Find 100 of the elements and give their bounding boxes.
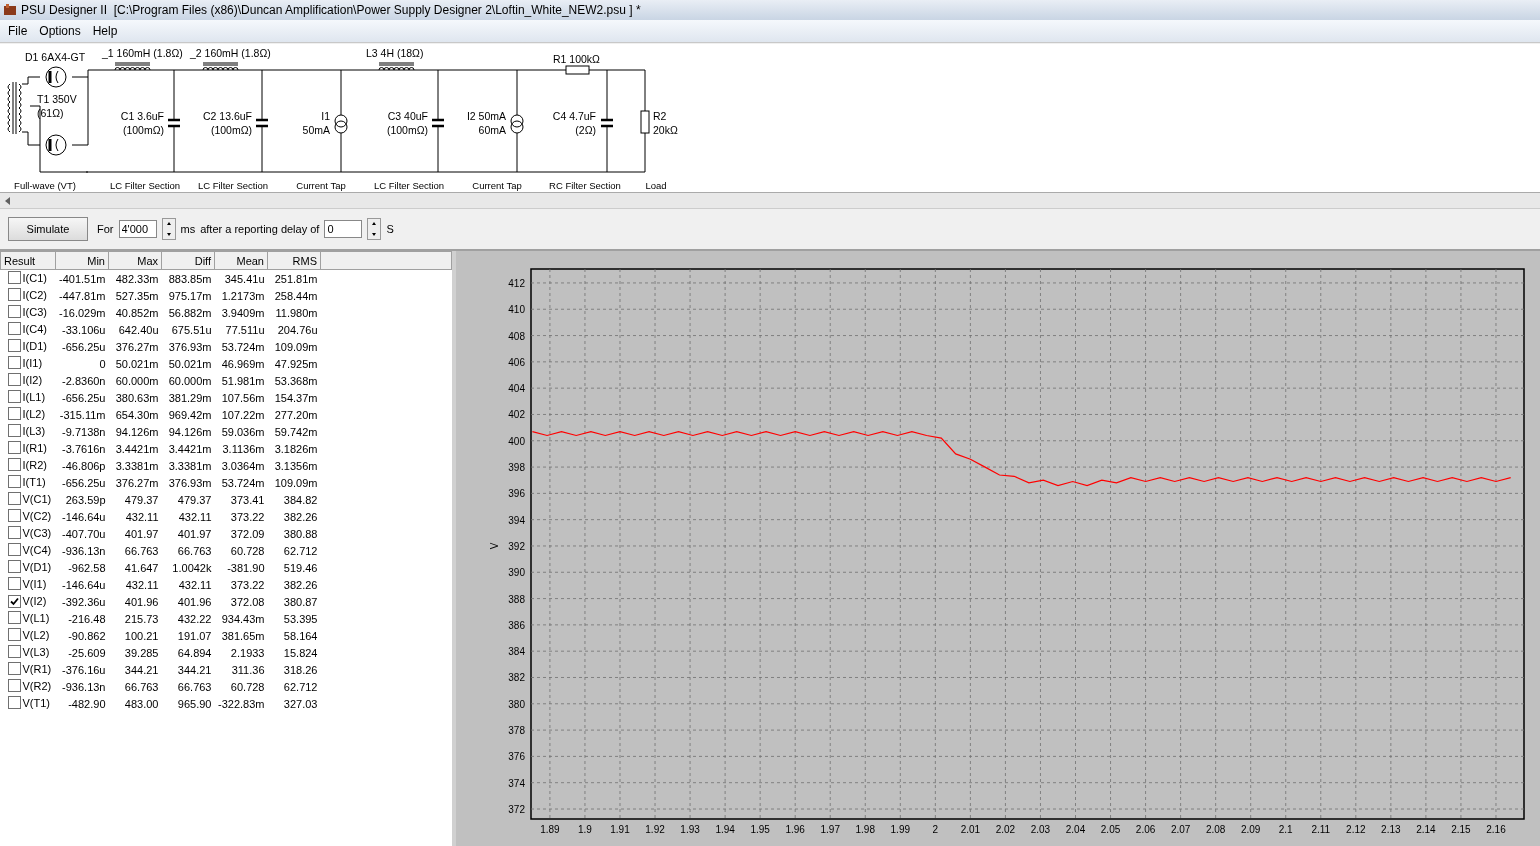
checkbox[interactable] — [7, 407, 21, 420]
table-cell: 373.22 — [230, 578, 265, 591]
checkbox[interactable] — [7, 679, 21, 692]
x-tick-label: 1.89 — [540, 824, 560, 835]
table-cell: 263.59p — [65, 493, 106, 506]
y-tick-label: 382 — [508, 672, 525, 684]
section-label: Current Tap — [472, 180, 522, 191]
section-label: Load — [645, 180, 667, 191]
table-cell: 53.395 — [283, 612, 318, 625]
y-tick-label: 372 — [508, 804, 525, 815]
table-cell: 380.88 — [283, 527, 318, 540]
horizontal-scrollbar[interactable] — [0, 193, 1540, 209]
x-tick-label: 2.11 — [1311, 824, 1331, 835]
checkbox[interactable] — [7, 628, 21, 641]
checkbox[interactable] — [7, 356, 21, 369]
column-header[interactable]: Min — [55, 251, 109, 270]
checkbox[interactable] — [7, 696, 21, 709]
section-label: LC Filter Section — [373, 180, 445, 191]
checkbox[interactable] — [7, 543, 21, 556]
table-cell: 401.96 — [177, 595, 212, 608]
simulate-button[interactable]: Simulate — [8, 217, 88, 241]
table-cell: 94.126m — [168, 425, 212, 438]
checkbox[interactable] — [7, 288, 21, 301]
column-header[interactable]: Max — [108, 251, 162, 270]
table-cell: 60.000m — [168, 374, 212, 387]
checkbox[interactable] — [7, 594, 21, 608]
table-cell: 327.03 — [283, 697, 318, 710]
result-name: V(C2) — [22, 509, 52, 522]
table-cell: 11.980m — [275, 306, 318, 319]
table-cell: 384.82 — [283, 493, 318, 506]
checkbox[interactable] — [7, 560, 21, 573]
column-header[interactable]: Mean — [214, 251, 268, 270]
x-tick-label: 2.16 — [1486, 824, 1506, 835]
column-header[interactable]: Result — [0, 251, 56, 270]
checkbox[interactable] — [7, 577, 21, 590]
x-tick-label: 2.1 — [1278, 824, 1293, 835]
delay-field[interactable]: 0 — [324, 220, 363, 238]
column-header[interactable]: RMS — [267, 251, 321, 270]
table-cell: 56.882m — [168, 306, 212, 319]
checkbox[interactable] — [7, 662, 21, 675]
checkbox[interactable] — [7, 441, 21, 454]
table-cell: 311.36 — [231, 663, 265, 676]
y-tick-label: 394 — [508, 514, 525, 526]
table-cell: -9.7138n — [62, 425, 106, 438]
table-cell: 107.22m — [221, 408, 265, 421]
table-cell: 60.000m — [115, 374, 159, 387]
checkbox[interactable] — [7, 424, 21, 437]
menu-item[interactable]: File — [2, 22, 34, 40]
duration-field[interactable]: 4'000 — [118, 220, 157, 238]
component-label: R1 100kΩ — [553, 53, 600, 65]
section-label: LC Filter Section — [197, 180, 269, 191]
table-cell: 345.41u — [224, 272, 265, 285]
checkbox[interactable] — [7, 492, 21, 505]
table-cell: -322.83m — [218, 697, 265, 710]
component-label: (100mΩ) — [122, 124, 164, 136]
table-cell: -392.36u — [62, 595, 106, 608]
checkbox[interactable] — [7, 458, 21, 471]
column-header[interactable]: Diff — [161, 251, 215, 270]
y-tick-label: 378 — [508, 725, 525, 737]
resistor-icon — [565, 65, 590, 75]
checkbox[interactable] — [7, 611, 21, 624]
table-cell: 373.22 — [230, 510, 265, 523]
table-cell: 154.37m — [274, 391, 318, 404]
table-cell: 382.26 — [283, 510, 318, 523]
table-cell: 0 — [99, 357, 106, 370]
duration-spinner[interactable] — [161, 218, 176, 240]
resistor-icon — [640, 110, 650, 134]
section-label: Full-wave (VT) — [14, 180, 76, 191]
checkbox[interactable] — [7, 645, 21, 658]
table-cell: 3.0364m — [221, 459, 265, 472]
table-cell: 51.981m — [221, 374, 265, 387]
component-label: 50mA — [302, 124, 330, 136]
table-cell: 53.724m — [221, 476, 265, 489]
delay-spinner[interactable] — [367, 218, 382, 240]
checkbox[interactable] — [7, 509, 21, 522]
checkbox[interactable] — [7, 305, 21, 318]
checkbox[interactable] — [7, 390, 21, 403]
checkbox[interactable] — [7, 373, 21, 386]
checkbox[interactable] — [7, 339, 21, 352]
menu-item[interactable]: Options — [33, 22, 87, 40]
menu-item[interactable]: Help — [86, 22, 124, 40]
checkbox[interactable] — [7, 526, 21, 539]
result-name: V(I1) — [22, 577, 47, 590]
table-cell: -315.11m — [59, 408, 106, 421]
table-cell: 344.21 — [124, 663, 159, 676]
table-cell: 60.728 — [230, 544, 265, 557]
result-name: I(C3) — [22, 305, 47, 318]
section-label: LC Filter Section — [109, 180, 181, 191]
x-tick-label: 1.95 — [750, 824, 770, 835]
checkbox[interactable] — [7, 271, 21, 284]
x-tick-label: 2.02 — [995, 824, 1016, 835]
table-cell: 204.76u — [277, 323, 318, 336]
table-cell: 100.21 — [124, 629, 159, 642]
table-cell: -25.609 — [68, 646, 106, 659]
checkbox[interactable] — [7, 322, 21, 335]
table-cell: 376.93m — [168, 476, 212, 489]
table-cell: 479.37 — [124, 493, 159, 506]
table-cell: 62.712 — [283, 544, 318, 557]
result-name: I(T1) — [22, 475, 46, 488]
checkbox[interactable] — [7, 475, 21, 488]
